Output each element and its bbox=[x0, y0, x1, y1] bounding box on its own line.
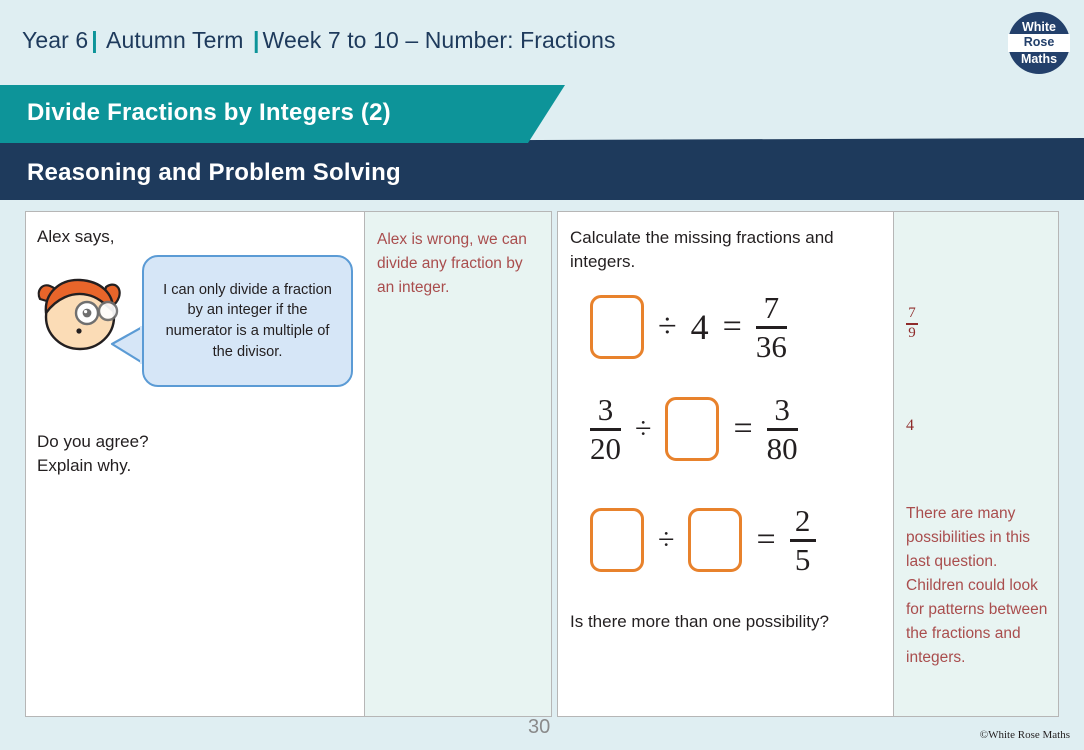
breadcrumb-week: Week 7 to 10 – Number: Fractions bbox=[262, 27, 616, 53]
equation-row-3: ÷ = 2 5 bbox=[590, 503, 816, 577]
answer-fraction-1: 7 9 bbox=[906, 305, 918, 342]
possibility-question: Is there more than one possibility? bbox=[570, 612, 829, 631]
equals-operator-2: = bbox=[733, 410, 753, 448]
fraction-numerator: 7 bbox=[763, 290, 780, 325]
white-rose-maths-logo: White Rose Maths bbox=[1008, 12, 1070, 74]
answer-integer-2: 4 bbox=[906, 417, 914, 434]
divide-operator-2: ÷ bbox=[635, 412, 652, 446]
top-header: Year 6 | Autumn Term | Week 7 to 10 – Numb… bbox=[0, 0, 1084, 88]
answer-blank-box-1[interactable] bbox=[590, 295, 644, 360]
breadcrumb-separator-2: | bbox=[253, 27, 260, 53]
fraction-denominator: 36 bbox=[755, 328, 787, 364]
lesson-title: Divide Fractions by Integers (2) bbox=[27, 99, 391, 126]
follow-up-question: Do you agree? Explain why. bbox=[37, 432, 149, 476]
answer-blank-box-3[interactable] bbox=[590, 508, 644, 573]
fraction-numerator: 3 bbox=[597, 392, 614, 427]
alex-speech-bubble: I can only divide a fraction by an integ… bbox=[142, 255, 353, 387]
fraction-denominator: 5 bbox=[794, 541, 811, 577]
answer-note-3: There are many possibilities in this las… bbox=[906, 505, 1048, 667]
left-question-column: Alex says, I can only divide a fraction … bbox=[26, 212, 364, 716]
copyright-notice: ©White Rose Maths bbox=[979, 729, 1070, 741]
logo-line-2-band: Rose bbox=[1008, 34, 1070, 52]
breadcrumb-separator-1: | bbox=[91, 27, 98, 53]
answer-blank-box-2[interactable] bbox=[665, 397, 720, 462]
equals-operator-3: = bbox=[756, 521, 776, 559]
calculate-instruction: Calculate the missing fractions and inte… bbox=[570, 228, 834, 272]
result-fraction-3: 2 5 bbox=[789, 503, 816, 577]
speech-bubble-tail bbox=[110, 323, 146, 367]
lesson-subtitle: Reasoning and Problem Solving bbox=[27, 159, 401, 186]
right-answer-column: 7 9 4 There are many possibilities in th… bbox=[893, 212, 1058, 716]
page-number: 30 bbox=[528, 716, 551, 738]
answer-fraction-numerator: 7 bbox=[908, 305, 916, 321]
result-fraction-1: 7 36 bbox=[755, 290, 787, 364]
answer-fraction-denominator: 9 bbox=[908, 325, 916, 342]
logo-line-2: Rose bbox=[1023, 35, 1055, 50]
left-question-panel: Alex says, I can only divide a fraction … bbox=[25, 211, 552, 717]
speech-bubble-text: I can only divide a fraction by an integ… bbox=[163, 281, 332, 360]
left-answer-column: Alex is wrong, we can divide any fractio… bbox=[364, 212, 551, 716]
breadcrumb: Year 6 | Autumn Term | Week 7 to 10 – Numb… bbox=[22, 27, 616, 54]
logo-line-3: Maths bbox=[1020, 51, 1058, 66]
fraction-numerator: 2 bbox=[794, 503, 811, 538]
alex-says-label: Alex says, bbox=[37, 227, 115, 246]
breadcrumb-term: Autumn Term bbox=[106, 27, 244, 53]
equation-row-1: ÷ 4 = 7 36 bbox=[590, 290, 787, 364]
right-question-panel: Calculate the missing fractions and inte… bbox=[557, 211, 1059, 717]
breadcrumb-year: Year 6 bbox=[22, 27, 89, 53]
answer-blank-box-4[interactable] bbox=[688, 508, 743, 573]
equation-row-2: 3 20 ÷ = 3 80 bbox=[590, 392, 798, 466]
left-fraction-2: 3 20 bbox=[590, 392, 621, 466]
logo-line-1: White bbox=[1021, 19, 1057, 34]
divide-operator-1: ÷ bbox=[658, 308, 677, 346]
right-question-column: Calculate the missing fractions and inte… bbox=[558, 212, 893, 716]
fraction-denominator: 20 bbox=[590, 430, 621, 466]
divide-operator-3: ÷ bbox=[658, 523, 675, 557]
integer-value-1: 4 bbox=[690, 307, 709, 348]
fraction-denominator: 80 bbox=[766, 430, 798, 466]
result-fraction-2: 3 80 bbox=[766, 392, 798, 466]
left-answer-text: Alex is wrong, we can divide any fractio… bbox=[377, 231, 527, 297]
equals-operator-1: = bbox=[722, 308, 742, 346]
fraction-numerator: 3 bbox=[774, 392, 790, 427]
